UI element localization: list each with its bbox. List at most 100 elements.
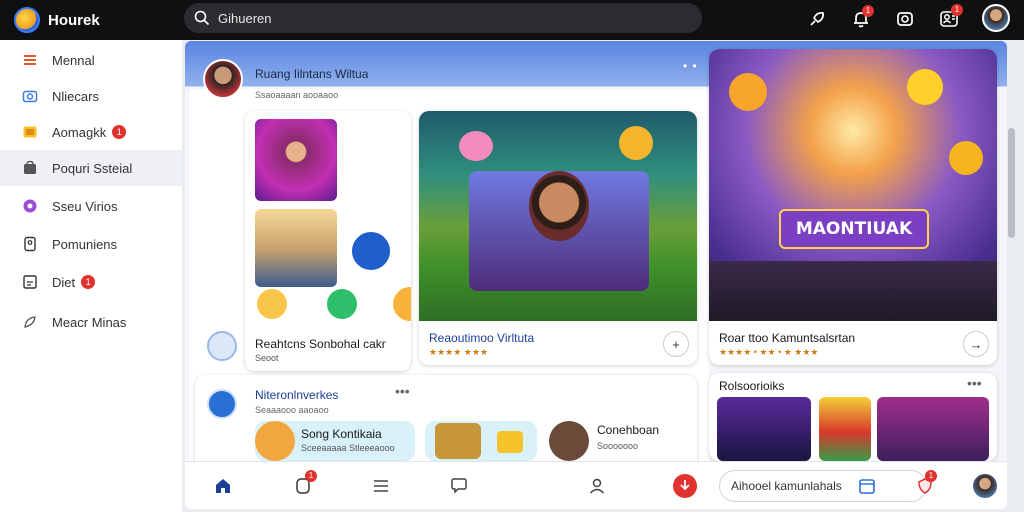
bag-icon [24, 160, 36, 174]
people-badge: 1 [951, 4, 963, 16]
folder-icon [23, 126, 37, 138]
sidebar-item-label: Aomagkk [52, 124, 107, 140]
poster-card[interactable]: MAONTIUAK Roar ttoo Kamuntsalsrtan ★★★★ … [709, 49, 997, 365]
sidebar-item-label: Poquri Ssteial [52, 160, 133, 176]
sidebar-item-menu[interactable]: Mennal [0, 42, 182, 78]
search-icon [194, 10, 210, 26]
sidebar-item-sseu-virios[interactable]: Sseu Virios [0, 188, 182, 224]
sidebar-item-label: Diet [52, 274, 76, 290]
sidebar: Mennal Nliecars Aomagkk 1 Poquri Ssteial… [0, 40, 182, 512]
channel-subtitle: Ssaoaaaan aooaaoo [255, 90, 339, 100]
search-bar[interactable] [184, 3, 702, 33]
collage-card[interactable]: Reahtcns Sonbohal cakr Seoot [245, 111, 411, 371]
featured-card[interactable]: Reaoutimoo Virltuta ★★★★ ★★★ + [419, 111, 697, 365]
sun-icon [619, 126, 653, 160]
scrollbar[interactable] [1008, 128, 1015, 238]
camera-icon[interactable] [894, 8, 916, 30]
sidebar-item-label: Meacr Minas [52, 314, 127, 330]
list-item-thumbnail [549, 421, 589, 461]
bottom-search-label: Aihooel kamunlahals [731, 479, 842, 493]
sidebar-badge: 1 [112, 125, 127, 139]
recommend-card: Niteronlnverkes Seaaaooo aaoaoo ••• Song… [195, 375, 697, 471]
channel-avatar[interactable] [203, 59, 243, 99]
people-icon[interactable]: 1 [938, 4, 963, 30]
card-title: Reahtcns Sonbohal cakr [255, 337, 386, 351]
sidebar-item-label: Mennal [52, 52, 95, 68]
home-icon[interactable] [211, 474, 235, 498]
calendar-icon[interactable] [855, 474, 879, 498]
profile-icon[interactable] [585, 474, 609, 498]
book-icon [23, 275, 37, 289]
sidebar-item-nliecars[interactable]: Nliecars [0, 78, 182, 114]
profile-badge: 1 [925, 470, 937, 482]
logo-icon [14, 7, 40, 33]
fruit-icon [393, 287, 411, 321]
list-item-thumbnail [255, 421, 295, 461]
sidebar-item-pomuniens[interactable]: Pomuniens [0, 226, 182, 262]
shield-icon[interactable]: 1 [913, 470, 937, 498]
sidebar-item-meacr-minas[interactable]: Meacr Minas [0, 304, 182, 340]
bottom-search-field[interactable]: Aihooel kamunlahals [719, 470, 927, 502]
search-input[interactable] [218, 10, 678, 26]
sidebar-item-label: Pomuniens [52, 236, 118, 252]
game-badge-icon [349, 229, 393, 273]
bottom-nav: 1 Aihooel kamunlahals 1 [185, 461, 1007, 509]
channel-title: Ruang Iilntans Wiltua [255, 67, 369, 81]
collage-image-1 [255, 119, 337, 201]
circle-icon [23, 199, 37, 213]
list-item-badge [497, 431, 523, 453]
card-title: Roar ttoo Kamuntsalsrtan [719, 331, 856, 345]
sidebar-item-poquri-ssteial[interactable]: Poquri Ssteial [0, 150, 182, 186]
bottom-avatar[interactable] [973, 474, 997, 498]
more-options-icon[interactable]: • • [683, 59, 698, 73]
leaf-icon [325, 287, 359, 321]
bell-badge: 1 [862, 5, 874, 17]
more-options-icon[interactable]: ••• [395, 383, 410, 399]
main-content: Ruang Iilntans Wiltua Ssaoaaaan aooaaoo … [185, 41, 1007, 509]
list-item-thumbnail [435, 423, 481, 459]
record-icon[interactable] [673, 474, 697, 498]
list-icon[interactable] [369, 474, 393, 498]
phone-icon [24, 236, 36, 252]
list-item-subtitle: Sooooooo [597, 441, 639, 451]
more-options-icon[interactable]: ••• [967, 375, 982, 391]
card-meta: Seoot [255, 353, 279, 363]
sun-icon [729, 73, 767, 111]
app-logo[interactable]: Hourek [14, 7, 100, 33]
top-bar: Hourek 1 1 [0, 0, 1024, 40]
sidebar-item-label: Sseu Virios [52, 198, 118, 214]
menu-icon [24, 55, 36, 65]
recent-thumbnail-1[interactable] [717, 397, 811, 461]
sidebar-item-diet[interactable]: Diet 1 [0, 264, 182, 300]
chat-icon[interactable] [207, 331, 237, 361]
section-title: Niteronlnverkes [255, 388, 339, 402]
chick-icon [255, 287, 289, 321]
list-item[interactable]: Conehboan Sooooooo [549, 421, 689, 461]
app-title: Hourek [48, 11, 100, 29]
add-button[interactable]: + [663, 331, 689, 357]
user-avatar[interactable] [982, 4, 1010, 32]
section-title: Rolsoorioiks [719, 379, 785, 393]
pig-icon [459, 131, 493, 161]
rocket-icon[interactable] [806, 8, 828, 30]
poster-thumbnail: MAONTIUAK [709, 49, 997, 321]
sidebar-item-aomagkk[interactable]: Aomagkk 1 [0, 114, 182, 150]
list-item-title: Conehboan [597, 423, 660, 437]
list-item[interactable] [425, 421, 537, 461]
notification-icon[interactable]: 1 [291, 470, 317, 498]
recent-thumbnail-2[interactable] [819, 397, 871, 461]
bell-icon[interactable]: 1 [850, 5, 874, 30]
list-item-title: Song Kontikaia [301, 427, 382, 441]
sidebar-badge: 1 [81, 275, 96, 289]
arrow-button[interactable]: → [963, 331, 989, 357]
recent-thumbnail-3[interactable] [877, 397, 989, 461]
audience-row [709, 261, 997, 321]
card-rating: ★★★★ • ★★ • ★ ★★★ [719, 347, 819, 357]
card-title: Reaoutimoo Virltuta [429, 331, 535, 345]
poster-banner: MAONTIUAK [779, 209, 929, 249]
sidebar-item-label: Nliecars [52, 88, 99, 104]
list-item[interactable]: Song Kontikaia Sceeaaaaa Stleeeaooo [255, 421, 415, 461]
chat-bubble-icon[interactable] [447, 474, 471, 498]
section-subtitle: Seaaaooo aaoaoo [255, 405, 329, 415]
camera-icon [22, 90, 38, 103]
